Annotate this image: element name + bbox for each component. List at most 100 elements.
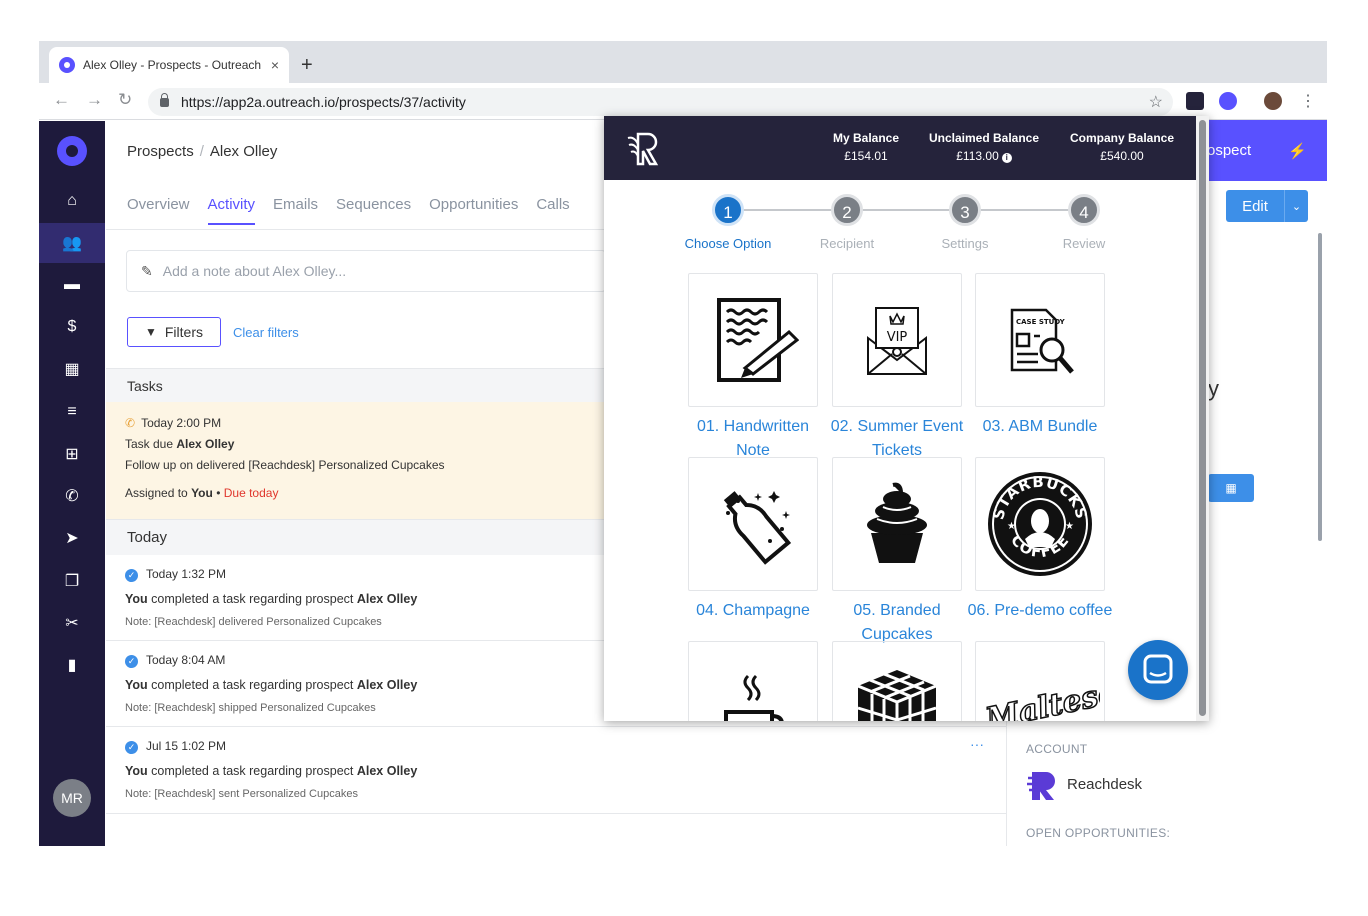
send-icon: ➤ [65, 530, 79, 547]
inbox-icon: ⊞ [65, 446, 79, 463]
home-icon: ⌂ [67, 192, 77, 209]
option-label: 02. Summer Event Tickets [830, 418, 964, 459]
check-icon: ✓ [125, 741, 138, 754]
briefcase-icon: ▬ [64, 276, 80, 293]
breadcrumb: Prospects / Alex Olley [127, 143, 277, 160]
forward-icon[interactable]: → [86, 90, 103, 110]
reachdesk-header-logo-icon [627, 132, 659, 166]
option-card[interactable]: 04. Champagne [688, 457, 818, 623]
option-card[interactable]: 05. Branded Cupcakes [832, 457, 962, 647]
sidebar-item-inbox[interactable]: ⊞ [39, 434, 105, 474]
reachdesk-extension-icon[interactable] [1186, 92, 1204, 110]
tab-overview[interactable]: Overview [127, 196, 190, 225]
note-input[interactable]: ✎ Add a note about Alex Olley... [126, 250, 606, 292]
tab-close-icon[interactable]: × [271, 57, 279, 73]
step-review[interactable]: 4 Review [1024, 194, 1144, 251]
calendar-icon: ▦ [1225, 481, 1237, 495]
tab-emails[interactable]: Emails [273, 196, 318, 225]
option-card[interactable] [832, 641, 962, 721]
chat-launcher-button[interactable] [1128, 640, 1188, 700]
partial-heading: y [1208, 376, 1219, 401]
tab-sequences[interactable]: Sequences [336, 196, 411, 225]
activity-text: completed a task regarding prospect [151, 678, 354, 692]
app-sidebar: ⌂ 👥 ▬ $ ▦ ≡ ⊞ ✆ ➤ ❐ ✂ ▮ [39, 121, 105, 846]
address-bar[interactable]: https://app2a.outreach.io/prospects/37/a… [148, 88, 1173, 116]
info-icon[interactable]: i [1001, 153, 1012, 163]
step-settings[interactable]: 3 Settings [905, 194, 1025, 251]
tab-activity[interactable]: Activity [207, 196, 256, 225]
option-card[interactable]: CASE STUDY 03. ABM Bundle [975, 273, 1105, 439]
calendar-button[interactable]: ▦ [1208, 474, 1254, 502]
bookmark-star-icon[interactable]: ☆ [1149, 92, 1163, 112]
sidebar-item-chart[interactable]: ▮ [39, 645, 105, 685]
sidebar-item-send[interactable]: ➤ [39, 518, 105, 558]
chart-icon: ▮ [67, 657, 77, 674]
edit-button[interactable]: Edit ⌄ [1226, 190, 1308, 222]
browser-menu-icon[interactable]: ⋮ [1300, 91, 1316, 111]
pencil-icon: ✎ [141, 262, 153, 279]
option-card[interactable] [688, 641, 818, 721]
tab-calls[interactable]: Calls [536, 196, 569, 225]
activity-prospect[interactable]: Alex Olley [357, 592, 417, 606]
back-icon[interactable]: ← [53, 90, 70, 110]
option-card[interactable]: 01. Handwritten Note [688, 273, 818, 463]
activity-prospect[interactable]: Alex Olley [357, 678, 417, 692]
sidebar-item-list[interactable]: ≡ [39, 392, 105, 432]
popup-scrollbar-thumb[interactable] [1199, 120, 1206, 716]
step-label: Settings [941, 236, 989, 251]
activity-text: completed a task regarding prospect [151, 764, 354, 778]
task-bullet: • [216, 486, 221, 500]
sidebar-item-calendar[interactable]: ▦ [39, 349, 105, 389]
company-balance: Company Balance £540.00 [1062, 131, 1182, 163]
reload-icon[interactable]: ↻ [118, 90, 132, 110]
step-recipient[interactable]: 2 Recipient [787, 194, 907, 251]
option-card[interactable]: Maltesers [975, 641, 1105, 721]
people-icon: 👥 [62, 235, 82, 252]
profile-avatar-icon[interactable] [1264, 92, 1282, 110]
filters-button[interactable]: ▼ Filters [127, 317, 221, 347]
option-card[interactable]: STARBUCKS COFFEE ★ ★ 06. Pre-demo coffee [968, 457, 1112, 623]
clear-filters-link[interactable]: Clear filters [233, 325, 299, 340]
breadcrumb-prospects-link[interactable]: Prospects [127, 143, 194, 160]
new-tab-button[interactable]: + [301, 54, 313, 77]
account-name-link[interactable]: Reachdesk [1067, 776, 1142, 793]
step-choose-option[interactable]: 1 Choose Option [668, 194, 788, 251]
task-prospect-name[interactable]: Alex Olley [176, 437, 234, 451]
option-card[interactable]: VIP 02. Summer Event Tickets [831, 273, 963, 463]
sidebar-item-home[interactable]: ⌂ [39, 181, 105, 221]
sidebar-item-people[interactable]: 👥 [39, 223, 105, 263]
more-options-icon[interactable]: ··· [970, 736, 984, 752]
outreach-logo-icon[interactable] [57, 136, 87, 166]
coffee-cup-icon [724, 674, 784, 721]
maltesers-text: Maltesers [982, 678, 1100, 721]
task-assignee: You [191, 486, 213, 500]
balance-value: £540.00 [1100, 149, 1144, 163]
unclaimed-balance: Unclaimed Balance £113.00 i [920, 131, 1048, 163]
starbucks-coffee-icon: STARBUCKS COFFEE ★ ★ [988, 472, 1092, 576]
chevron-down-icon[interactable]: ⌄ [1284, 190, 1308, 222]
sidebar-item-briefcase[interactable]: ▬ [39, 265, 105, 305]
task-assigned-prefix: Assigned to [125, 486, 188, 500]
option-label: 05. Branded Cupcakes [853, 602, 941, 643]
phone-icon: ✆ [65, 488, 79, 505]
sidebar-item-copy[interactable]: ❐ [39, 561, 105, 601]
breadcrumb-current: Alex Olley [209, 143, 278, 160]
sidebar-item-scissors[interactable]: ✂ [39, 603, 105, 643]
activity-time: Today 1:32 PM [146, 567, 227, 581]
outreach-extension-icon[interactable] [1219, 92, 1237, 110]
lock-icon [160, 92, 169, 107]
handwritten-note-icon [717, 298, 799, 382]
sidebar-item-phone[interactable]: ✆ [39, 476, 105, 516]
activity-item[interactable]: ✓ Jul 15 1:02 PM You completed a task reg… [106, 727, 1006, 814]
page-scrollbar[interactable] [1318, 233, 1322, 541]
svg-text:★: ★ [1065, 521, 1074, 532]
popup-scrollbar[interactable] [1196, 116, 1209, 721]
prospect-action-button[interactable]: ospect ⚡ [1195, 120, 1327, 181]
task-card[interactable]: ✆ Today 2:00 PM Task due Alex Olley Follo… [106, 402, 606, 519]
tab-opportunities[interactable]: Opportunities [429, 196, 518, 225]
sidebar-item-dollar[interactable]: $ [39, 307, 105, 347]
activity-prospect[interactable]: Alex Olley [357, 764, 417, 778]
browser-tab[interactable]: Alex Olley - Prospects - Outreach × [49, 47, 289, 83]
vip-ticket-icon: VIP [867, 307, 927, 375]
user-avatar[interactable]: MR [53, 779, 91, 817]
